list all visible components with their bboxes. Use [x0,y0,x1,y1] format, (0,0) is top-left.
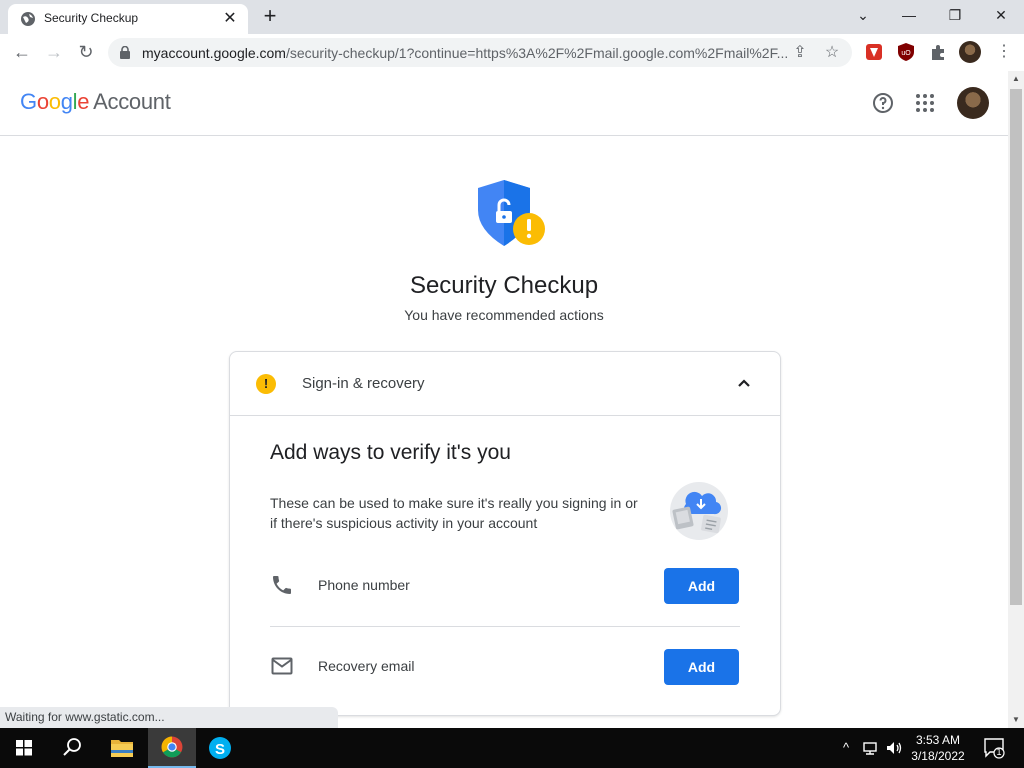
windows-start-icon[interactable] [0,728,48,768]
restore-button[interactable]: ❐ [932,0,978,30]
section-heading: Add ways to verify it's you [270,441,511,464]
skype-icon[interactable]: S [196,728,244,768]
row-label: Recovery email [318,658,415,674]
taskbar-clock[interactable]: 3:53 AM 3/18/2022 [906,732,970,764]
page-subtitle: You have recommended actions [404,307,604,323]
security-shield-warning-icon [478,180,545,246]
clock-time: 3:53 AM [915,733,961,747]
address-bar[interactable]: myaccount.google.com/security-checkup/1?… [108,38,852,67]
scroll-thumb[interactable] [1010,89,1022,605]
scroll-down-arrow-icon[interactable]: ▼ [1008,712,1024,728]
lock-icon [120,46,130,59]
phone-icon [273,576,291,594]
signin-recovery-card: ! Sign-in & recovery Add ways to verify … [229,351,781,716]
extensions-puzzle-icon[interactable] [928,42,948,62]
google-account-header: Google Account [0,71,1008,136]
logo-letter: o [48,89,61,114]
tab-title: Security Checkup [44,11,139,25]
tab-close-icon[interactable]: ✕ [220,9,240,29]
card-header[interactable]: ! Sign-in & recovery [230,352,780,416]
new-tab-button[interactable]: + [258,4,282,28]
section-description: These can be used to make sure it's real… [270,495,638,531]
logo-letter: g [60,89,73,114]
forward-button[interactable]: → [42,40,66,64]
page-scrollbar[interactable]: ▲ ▼ [1008,71,1024,728]
volume-icon[interactable] [884,738,904,758]
tab-search-icon[interactable]: ⌄ [840,0,886,30]
tab-strip: Security Checkup ✕ + ⌄ — ❐ ✕ [0,0,1024,34]
logo-letter: G [20,89,37,114]
file-explorer-icon[interactable] [98,728,146,768]
url-host: myaccount.google.com [142,45,286,61]
windows-taskbar: S ^ 3:53 AM 3/18/2022 1 [0,728,1024,768]
close-window-button[interactable]: ✕ [978,0,1024,30]
browser-toolbar: ← → ↻ myaccount.google.com/security-chec… [0,34,1024,72]
browser-menu-icon[interactable]: ⋮ [992,40,1016,64]
network-icon[interactable] [860,738,880,758]
ublock-icon[interactable]: uO [896,42,916,62]
notification-count: 1 [996,747,1002,757]
mail-icon [271,657,293,675]
cloud-devices-illustration [670,482,728,540]
scroll-up-arrow-icon[interactable]: ▲ [1008,71,1024,87]
minimize-button[interactable]: — [886,0,932,30]
chrome-taskbar-icon[interactable] [148,728,196,768]
share-icon[interactable]: ⇪ [790,43,810,63]
logo-letter: o [36,89,49,114]
account-avatar[interactable] [957,87,989,119]
clock-date: 3/18/2022 [911,749,965,763]
search-icon[interactable] [48,728,96,768]
browser-tab[interactable]: Security Checkup ✕ [8,4,248,34]
chevron-up-icon[interactable] [733,372,755,394]
profile-avatar-small[interactable] [959,41,981,63]
url-path: /security-checkup/1?continue=https%3A%2F… [285,45,789,61]
warning-icon: ! [256,374,276,394]
apps-grid-icon[interactable] [913,91,937,115]
logo-account-text: Account [93,89,171,114]
phone-number-row: Phone number Add [270,555,740,615]
tray-overflow-chevron-icon[interactable]: ^ [836,738,856,758]
globe-icon [21,12,35,26]
add-recovery-email-button[interactable]: Add [664,649,739,685]
bookmark-star-icon[interactable]: ☆ [822,43,842,63]
google-account-logo[interactable]: Google Account [20,89,171,115]
svg-text:S: S [215,741,225,758]
row-divider [270,626,740,627]
browser-status-bar: Waiting for www.gstatic.com... [0,707,338,728]
extension-red-icon[interactable] [864,42,884,62]
svg-text:uO: uO [901,50,911,57]
help-icon[interactable] [871,91,895,115]
row-label: Phone number [318,577,410,593]
add-phone-button[interactable]: Add [664,568,739,604]
recovery-email-row: Recovery email Add [270,636,740,696]
logo-letter: e [77,89,90,114]
back-button[interactable]: ← [10,40,34,64]
page-title: Security Checkup [409,272,599,299]
url-text: myaccount.google.com/security-checkup/1?… [142,45,792,61]
card-section-label: Sign-in & recovery [302,375,425,392]
reload-button[interactable]: ↻ [74,40,98,64]
